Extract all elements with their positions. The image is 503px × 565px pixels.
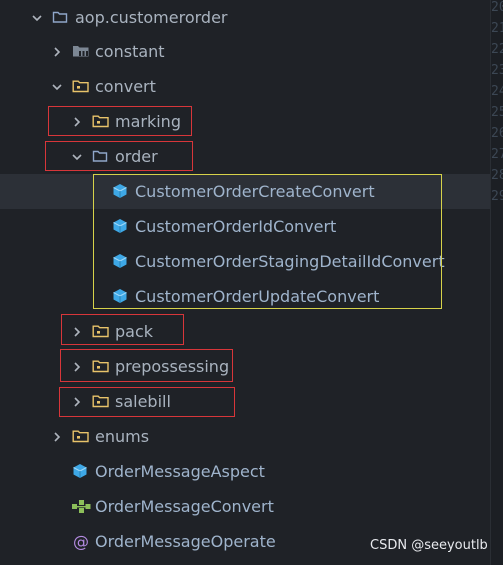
- highlight-box-order: [45, 141, 193, 171]
- chevron-right-icon[interactable]: [50, 45, 64, 59]
- class-icon: [72, 463, 88, 479]
- line-number: 20: [491, 0, 503, 15]
- watermark: CSDN @seeyoutlb: [370, 538, 488, 553]
- line-number: 21: [491, 21, 503, 36]
- tree-item-label: constant: [95, 42, 165, 61]
- tree-item-root[interactable]: aop.customerorder: [0, 0, 490, 35]
- tree-item-label: convert: [95, 77, 156, 96]
- chevron-down-icon[interactable]: [30, 11, 44, 25]
- resource-folder-icon: [72, 43, 89, 59]
- line-number: 22: [491, 42, 503, 57]
- highlight-box-prepossessing: [60, 349, 233, 382]
- tree-item-file[interactable]: OrderMessageAspect: [0, 454, 490, 489]
- chevron-right-icon[interactable]: [50, 430, 64, 444]
- line-number: 28: [491, 168, 503, 183]
- highlight-box-marking: [48, 106, 192, 136]
- line-number: 29: [491, 189, 503, 204]
- svg-text:@: @: [73, 532, 89, 550]
- highlight-box-salebill: [59, 387, 235, 417]
- project-tree: aop.customerorder constant convert marki…: [0, 0, 490, 565]
- highlight-box-order-classes: [93, 174, 442, 309]
- line-number: 23: [491, 63, 503, 78]
- tree-item-label: aop.customerorder: [75, 8, 228, 27]
- chevron-down-icon[interactable]: [50, 80, 64, 94]
- tree-item-label: OrderMessageAspect: [95, 462, 265, 481]
- folder-icon: [72, 78, 89, 94]
- tree-item-convert[interactable]: convert: [0, 69, 490, 104]
- line-number: 27: [491, 147, 503, 162]
- tree-item-constant[interactable]: constant: [0, 34, 490, 69]
- line-number: 25: [491, 105, 503, 120]
- tree-item-enums[interactable]: enums: [0, 419, 490, 454]
- tree-item-label: OrderMessageOperate: [95, 532, 276, 551]
- tree-item-label: OrderMessageConvert: [95, 497, 274, 516]
- tree-item-file[interactable]: OrderMessageConvert: [0, 489, 490, 524]
- package-icon: [52, 9, 68, 25]
- mapper-icon: [71, 498, 91, 514]
- annotation-icon: @: [72, 532, 90, 551]
- line-number: 26: [491, 126, 503, 141]
- highlight-box-pack: [61, 314, 184, 345]
- line-number: 24: [491, 84, 503, 99]
- tree-item-label: enums: [95, 427, 150, 446]
- folder-icon: [72, 428, 89, 444]
